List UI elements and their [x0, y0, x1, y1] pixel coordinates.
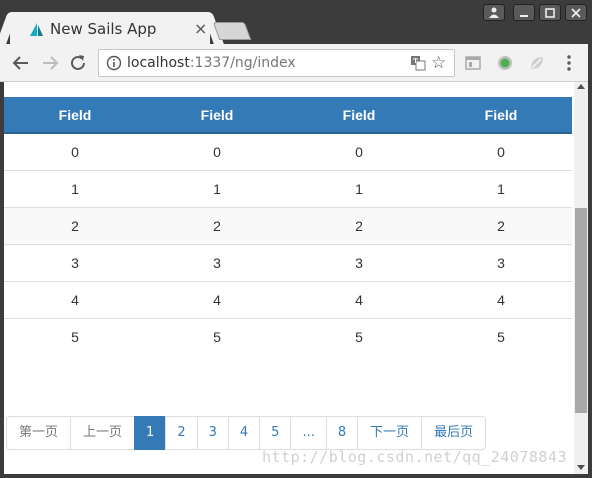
first-page-button[interactable]: 第一页 — [6, 416, 72, 450]
column-header: Field — [146, 97, 288, 134]
table-header-row: Field Field Field Field — [4, 97, 572, 134]
watermark-text: http://blog.csdn.net/qq_24078843 — [262, 448, 567, 466]
table-cell: 5 — [288, 317, 430, 355]
minimize-window-button[interactable] — [513, 4, 535, 21]
extension-green-icon[interactable] — [496, 54, 514, 72]
table-cell: 0 — [146, 132, 288, 170]
page-button-2[interactable]: 2 — [165, 416, 198, 450]
table-cell: 4 — [146, 280, 288, 318]
table-row: 0 0 0 0 — [4, 132, 572, 170]
table-cell: 1 — [430, 169, 572, 207]
table-cell: 2 — [288, 206, 430, 244]
browser-tab-active[interactable]: New Sails App × — [10, 12, 210, 44]
table-cell: 5 — [146, 317, 288, 355]
table-cell: 5 — [4, 317, 146, 355]
vertical-scrollbar[interactable] — [574, 82, 588, 474]
maximize-window-button[interactable] — [539, 4, 561, 21]
bookmark-star-icon[interactable]: ☆ — [431, 53, 446, 73]
tab-close-icon[interactable]: × — [194, 19, 207, 38]
sails-favicon-icon — [30, 23, 43, 36]
extension-leaf-icon[interactable] — [528, 54, 546, 72]
column-header: Field — [430, 97, 572, 134]
translate-icon[interactable] — [410, 55, 426, 71]
table-cell: 4 — [288, 280, 430, 318]
page-viewport: Field Field Field Field 0 0 0 0 1 1 1 1 … — [4, 82, 574, 474]
address-bar[interactable]: localhost:1337/ng/index ☆ — [98, 49, 455, 77]
table-cell: 2 — [430, 206, 572, 244]
table-cell: 3 — [4, 243, 146, 281]
browser-titlebar: New Sails App × — [0, 0, 592, 44]
forward-arrow-icon[interactable] — [39, 52, 61, 74]
extension-icon[interactable] — [464, 54, 482, 72]
table-row: 2 2 2 2 — [4, 206, 572, 244]
page-button-3[interactable]: 3 — [196, 416, 229, 450]
tab-title: New Sails App — [50, 20, 157, 38]
table-cell: 3 — [288, 243, 430, 281]
url-path: :1337/ng/index — [189, 55, 296, 71]
table-row: 4 4 4 4 — [4, 280, 572, 318]
data-table: Field Field Field Field 0 0 0 0 1 1 1 1 … — [4, 97, 572, 355]
table-cell: 3 — [146, 243, 288, 281]
next-page-button[interactable]: 下一页 — [357, 416, 423, 450]
table-row: 1 1 1 1 — [4, 169, 572, 207]
page-button-4[interactable]: 4 — [227, 416, 261, 450]
new-tab-button[interactable] — [212, 22, 252, 40]
pagination: 第一页 上一页 1 2 3 4 5 ... 8 下一页 最后页 — [6, 416, 487, 450]
window-border-bottom — [0, 474, 592, 478]
back-arrow-icon[interactable] — [10, 52, 32, 74]
table-cell: 3 — [430, 243, 572, 281]
reload-icon[interactable] — [67, 52, 89, 74]
table-cell: 2 — [4, 206, 146, 244]
table-cell: 2 — [146, 206, 288, 244]
table-cell: 0 — [4, 132, 146, 170]
table-cell: 1 — [146, 169, 288, 207]
column-header: Field — [4, 97, 146, 134]
table-cell: 0 — [430, 132, 572, 170]
browser-toolbar: localhost:1337/ng/index ☆ — [0, 44, 592, 82]
scrollbar-thumb[interactable] — [575, 208, 587, 413]
last-page-button[interactable]: 最后页 — [421, 416, 487, 450]
profile-icon[interactable] — [483, 4, 505, 21]
table-cell: 4 — [4, 280, 146, 318]
scroll-up-arrow-icon[interactable] — [577, 84, 585, 89]
table-cell: 0 — [288, 132, 430, 170]
table-cell: 4 — [430, 280, 572, 318]
window-border-right — [588, 44, 592, 478]
scroll-down-arrow-icon[interactable] — [577, 465, 585, 470]
url-text[interactable]: localhost:1337/ng/index — [127, 55, 296, 71]
page-button-5[interactable]: 5 — [259, 416, 292, 450]
prev-page-button[interactable]: 上一页 — [70, 416, 136, 450]
close-window-button[interactable] — [565, 4, 587, 21]
page-button-8[interactable]: 8 — [325, 416, 359, 450]
table-cell: 1 — [288, 169, 430, 207]
window-border-left — [0, 82, 4, 478]
menu-icon[interactable] — [565, 54, 573, 72]
page-button-1[interactable]: 1 — [134, 416, 167, 450]
info-icon[interactable] — [106, 55, 122, 71]
url-host: localhost — [127, 55, 190, 71]
page-ellipsis: ... — [290, 416, 327, 450]
table-cell: 1 — [4, 169, 146, 207]
table-row: 3 3 3 3 — [4, 243, 572, 281]
table-cell: 5 — [430, 317, 572, 355]
column-header: Field — [288, 97, 430, 134]
table-row: 5 5 5 5 — [4, 317, 572, 355]
